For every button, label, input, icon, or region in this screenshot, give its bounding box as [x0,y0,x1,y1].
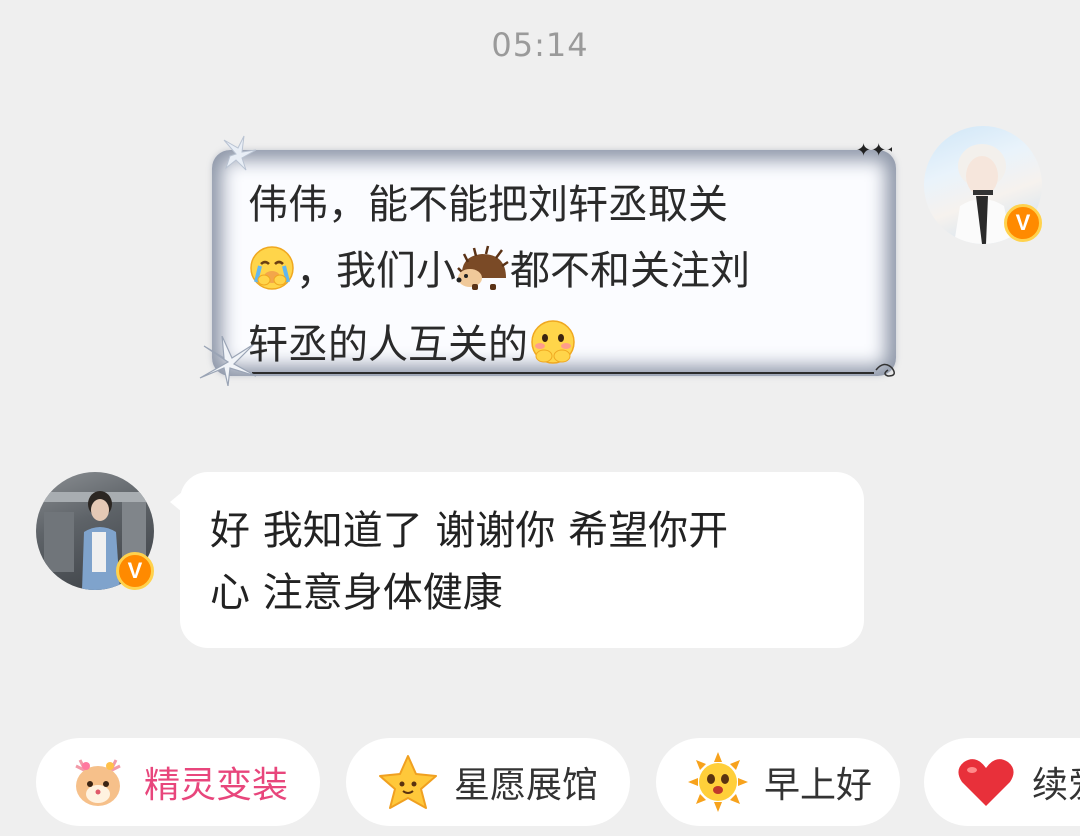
outgoing-message-text: 伟伟，能不能把刘轩丞取关 ，我们小 都不和关注刘 轩丞的人互关的 [248,172,868,386]
message-text-part: ，我们小 [296,248,456,294]
quick-reply-label: 星愿展馆 [454,765,599,806]
shy-face-emoji-icon [528,318,578,386]
message-text-part: 都不和关注刘 [510,248,750,294]
outgoing-message-bubble[interactable]: ✦✦✦ 伟伟，能不能把刘轩丞取关 ，我们小 [199,135,896,386]
sun-icon [688,752,748,812]
message-line: 伟伟，能不能把刘轩丞取关 [248,182,728,228]
quick-reply-good-morning[interactable]: 早上好 [656,738,900,826]
hedgehog-emoji-icon [456,244,510,312]
quick-reply-label: 早上好 [764,765,873,806]
svg-text:✦✦✦: ✦✦✦ [856,140,892,160]
message-timestamp: 05:14 [491,26,589,64]
incoming-message-bubble[interactable]: 好 我知道了 谢谢你 希望你开 心 注意身体健康 [170,472,864,648]
quick-reply-star-wish-gallery[interactable]: 星愿展馆 [346,738,630,826]
quick-reply-spirit-dressup[interactable]: 精灵变装 [36,738,320,826]
message-text-part: 轩丞的人互关的 [248,322,528,368]
quick-reply-continue-love[interactable]: 续爱 [924,738,1080,826]
quick-reply-label: 精灵变装 [144,765,289,806]
quick-reply-label: 续爱 [1032,765,1080,806]
swirl-decoration-icon [875,363,895,377]
flower-decoration-icon [223,135,257,171]
verified-badge-icon: V [116,552,154,590]
message-line: 好 我知道了 谢谢你 希望你开 [210,508,729,554]
heart-icon [958,759,1014,806]
message-line: ，我们小 都不和关注刘 [248,238,868,312]
sparkle-decoration-icon: ✦✦✦ [856,140,892,160]
verified-badge-icon: V [1004,204,1042,242]
crying-face-emoji-icon [248,244,296,312]
incoming-message-text: 好 我知道了 谢谢你 希望你开 心 注意身体健康 [210,500,840,624]
message-line: 轩丞的人互关的 [248,312,868,386]
bubble-tail [170,492,182,512]
message-line: 心 注意身体健康 [210,570,503,616]
star-icon [379,755,437,809]
deer-spirit-icon [75,759,121,806]
